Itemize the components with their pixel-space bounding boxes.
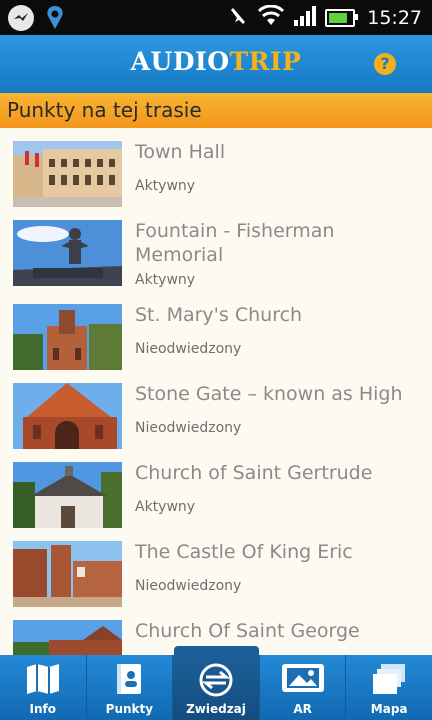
list-item[interactable]: Fountain - Fisherman Memorial Aktywny [0, 207, 432, 288]
explore-compass-icon [199, 663, 233, 701]
point-status: Aktywny [135, 499, 196, 515]
town-hall-thumbnail [13, 141, 122, 207]
tab-label: Mapa [370, 702, 408, 716]
list-item[interactable]: Church of Saint Gertrude Aktywny [0, 449, 432, 528]
point-title: Church Of Saint George [135, 620, 360, 642]
tab-label: Punkty [105, 702, 154, 716]
mute-icon [227, 6, 249, 30]
logo-trip: TRIP [229, 47, 302, 76]
bottom-nav: Info Punkty Zwiedzaj AR Mapa [0, 655, 432, 720]
fountain-thumbnail [13, 220, 122, 286]
ar-picture-icon [281, 663, 325, 697]
points-book-icon [114, 663, 144, 699]
tab-info[interactable]: Info [0, 655, 87, 720]
st-marys-church-thumbnail [13, 304, 122, 370]
section-title: Punkty na tej trasie [7, 98, 202, 122]
point-title: Church of Saint Gertrude [135, 462, 373, 484]
point-title: Fountain - Fisherman Memorial [135, 220, 335, 266]
logo-audio: AUDIO [130, 47, 230, 76]
tab-punkty[interactable]: Punkty [87, 655, 174, 720]
signal-icon [293, 5, 317, 31]
point-status: Aktywny [135, 272, 196, 288]
app-logo: AUDIOTRIP [0, 47, 432, 76]
point-status: Nieodwiedzony [135, 578, 242, 594]
point-status: Nieodwiedzony [135, 341, 242, 357]
list-item[interactable]: Stone Gate – known as High Nieodwiedzony [0, 370, 432, 449]
status-bar: 15:27 [0, 0, 432, 35]
tab-label: Zwiedzaj [186, 702, 246, 716]
tab-label: AR [293, 702, 312, 716]
messenger-icon [8, 5, 34, 31]
point-status: Nieodwiedzony [135, 420, 242, 436]
points-list[interactable]: Town Hall Aktywny Fountain - Fisherman M… [0, 128, 432, 655]
map-book-icon [25, 663, 61, 699]
app-bar: AUDIOTRIP ? [0, 35, 432, 93]
list-item[interactable]: The Castle Of King Eric Nieodwiedzony [0, 528, 432, 607]
castle-of-king-eric-thumbnail [13, 541, 122, 607]
tab-label: Info [29, 702, 57, 716]
point-status: Aktywny [135, 178, 196, 194]
point-title: The Castle Of King Eric [135, 541, 353, 563]
point-title: St. Mary's Church [135, 304, 303, 326]
stone-gate-thumbnail [13, 383, 122, 449]
map-stack-icon [371, 663, 407, 699]
wifi-icon [257, 4, 285, 31]
church-of-saint-george-thumbnail [13, 620, 122, 655]
list-item[interactable]: Town Hall Aktywny [0, 128, 432, 207]
list-item[interactable]: St. Mary's Church Nieodwiedzony [0, 291, 432, 370]
tab-ar[interactable]: AR [260, 655, 347, 720]
church-of-saint-gertrude-thumbnail [13, 462, 122, 528]
point-title: Stone Gate – known as High [135, 383, 403, 405]
tab-zwiedzaj[interactable]: Zwiedzaj [173, 655, 260, 720]
location-app-icon [44, 5, 66, 31]
tab-mapa[interactable]: Mapa [346, 655, 432, 720]
point-title: Town Hall [135, 141, 226, 163]
status-time: 15:27 [367, 7, 422, 29]
battery-icon [325, 9, 359, 27]
help-button[interactable]: ? [374, 53, 396, 75]
section-header: Punkty na tej trasie [0, 93, 432, 128]
